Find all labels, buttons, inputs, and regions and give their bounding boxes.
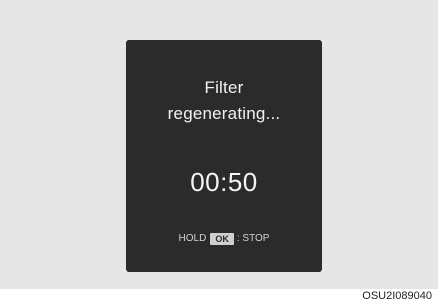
stop-label: : STOP bbox=[236, 233, 270, 244]
cluster-display: Filter regenerating... 00:50 HOLD OK: STO… bbox=[126, 40, 322, 272]
message-line-1: Filter bbox=[204, 78, 244, 97]
countdown-timer: 00:50 bbox=[190, 167, 258, 197]
figure-frame: Filter regenerating... 00:50 HOLD OK: STO… bbox=[0, 0, 438, 289]
ok-button[interactable]: OK bbox=[210, 233, 234, 245]
stop-hint: HOLD OK: STOP bbox=[126, 232, 322, 247]
hold-label: HOLD bbox=[178, 233, 207, 244]
message-line-2: regenerating... bbox=[167, 104, 281, 123]
figure-code: OSU2I089040 bbox=[362, 290, 432, 302]
